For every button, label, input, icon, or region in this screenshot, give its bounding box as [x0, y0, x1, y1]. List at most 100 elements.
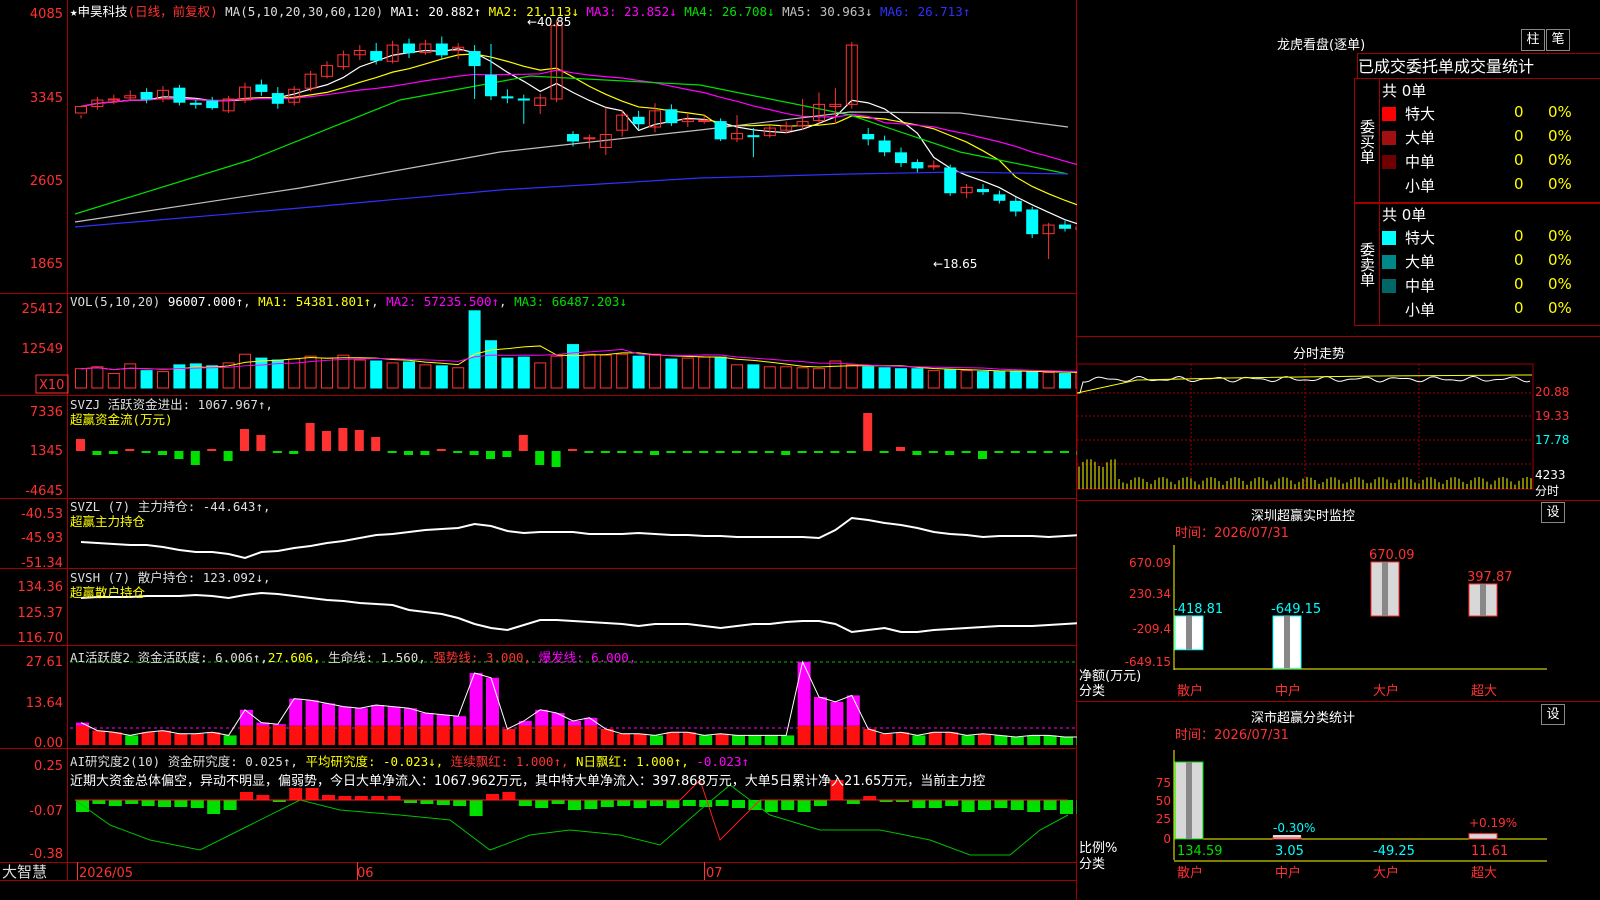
ai2-bar: [732, 800, 745, 808]
ai2-bar: [814, 800, 827, 806]
candle-body: [632, 116, 645, 125]
ma-lines: [74, 48, 1077, 228]
svsh-header: SVSH (7) 散户持仓: 123.092↓, 超赢散户持仓: [70, 570, 271, 600]
ai-bar: [896, 732, 909, 745]
vol-bar: [1059, 373, 1071, 389]
vol-bar: [107, 373, 120, 389]
svzj-bar: [92, 451, 102, 455]
stat-name: 特大: [1405, 105, 1436, 123]
vol-bar: [878, 367, 891, 389]
svzj-bar: [436, 449, 446, 451]
stat-name: 中单: [1405, 153, 1436, 171]
ai2-bar: [256, 795, 270, 800]
ai2-bar: [223, 800, 237, 810]
svsh-tick: 116.70: [18, 631, 64, 646]
divider: [1077, 336, 1600, 337]
vol-bar: [321, 357, 333, 389]
svzj-bar: [764, 451, 774, 453]
ma-title: MA(5,10,20,30,60,120): [225, 4, 384, 19]
ai-bar: [354, 725, 368, 745]
ai2-t3: 连续飘红: 1.000↑,: [450, 754, 569, 769]
svzj-bar: [518, 435, 528, 451]
fl-xlabel: 分类: [1079, 857, 1105, 872]
vol-bar: [337, 354, 350, 389]
ai-bar: [305, 725, 319, 745]
price-tick: 3345: [30, 91, 63, 106]
svzl-tick: -40.53: [21, 507, 63, 522]
ai2-bar: [961, 800, 975, 812]
vol-bar: [91, 366, 104, 389]
ai-bar: [945, 732, 959, 745]
fl-value: -49.25: [1373, 844, 1415, 859]
stat-swatch: [1382, 303, 1396, 317]
ai2-bar: [994, 800, 1008, 808]
ai-bar: [436, 714, 450, 726]
vol-bar: [813, 368, 825, 389]
stat-pct: 0%: [1548, 275, 1572, 293]
sell-label: 委卖单: [1355, 203, 1380, 325]
svsh-tick: 134.36: [18, 580, 64, 595]
vol-bar: [419, 364, 432, 389]
ai-bar: [584, 725, 598, 745]
candle-body: [911, 162, 924, 169]
ai-bar: [994, 735, 1008, 745]
stat-swatch: [1382, 155, 1396, 169]
ai-bar: [715, 733, 729, 745]
ai2-bar: [190, 800, 204, 808]
tick-mode-button[interactable]: 笔: [1546, 29, 1570, 51]
star-icon[interactable]: ★: [70, 4, 78, 19]
ai2-t4: N日飘红: 1.000↑,: [576, 754, 689, 769]
ai-bar: [223, 735, 237, 745]
ai-t3: 生命线: 1.560,: [328, 650, 426, 665]
ai2-bar: [371, 796, 385, 800]
stat-pct: 0%: [1548, 103, 1572, 121]
fl-bar-shade: [1186, 762, 1192, 839]
svzj-bar: [502, 451, 512, 457]
candle-body: [271, 93, 284, 104]
svzj-header: SVZJ 活跃资金进出: 1067.967↑, 超赢资金流(万元): [70, 397, 273, 427]
ai-bar: [961, 735, 975, 745]
candle-body: [173, 87, 186, 103]
stat-name: 小单: [1405, 301, 1436, 319]
stat-name: 特大: [1405, 229, 1436, 247]
sz-category: 大户: [1373, 683, 1399, 699]
fl-tick: 0: [1163, 832, 1171, 846]
ai-bar: [404, 725, 417, 745]
vol-bar: [829, 360, 842, 389]
chart-mode[interactable]: (日线，前复权): [128, 4, 218, 19]
svzj-tick: -4645: [25, 484, 63, 499]
ai-bar: [978, 733, 991, 745]
ai-bar: [108, 732, 122, 745]
ai-t2: 27.606,: [267, 650, 321, 665]
stat-pct: 0%: [1548, 299, 1572, 317]
vol-bar: [632, 355, 645, 389]
candle-body: [435, 43, 448, 56]
date-label: 2026/05: [79, 866, 133, 881]
fl-mark: +0.19%: [1469, 816, 1517, 830]
candle-body: [517, 98, 530, 101]
stat-name: 大单: [1405, 129, 1436, 147]
ai-bar: [863, 729, 877, 745]
candle-body: [485, 74, 497, 97]
ai-bar: [814, 725, 827, 745]
bar-mode-button[interactable]: 柱: [1521, 29, 1545, 51]
stat-row: 小单 0 0%: [1382, 299, 1600, 321]
ai2-bar: [436, 800, 450, 805]
stat-row: 特大 0 0%: [1382, 227, 1600, 249]
ai-bar: [912, 735, 926, 745]
candle-body: [944, 167, 957, 194]
candle-body: [747, 135, 760, 138]
vol-bar: [1026, 371, 1039, 389]
vol-header: VOL(5,10,20) 96007.000↑, MA1: 54381.801↑…: [70, 294, 627, 309]
fenshi-chart[interactable]: 20.88 19.33 17.78 4233 分时: [1077, 360, 1600, 500]
vol-bar: [649, 353, 661, 389]
ai-t1: AI活跃度2 资金活跃度: 6.006↑,: [70, 650, 268, 665]
sz-bar-shade: [1480, 583, 1486, 616]
stat-pct: 0%: [1548, 151, 1572, 169]
date-axis: 2026/05 06 07: [79, 866, 723, 881]
vol-bar: [780, 366, 793, 389]
ma5-line: [80, 48, 1077, 225]
ai-bar: [748, 735, 762, 745]
fl-category: 中户: [1275, 865, 1301, 881]
svzj-bar: [469, 451, 479, 455]
